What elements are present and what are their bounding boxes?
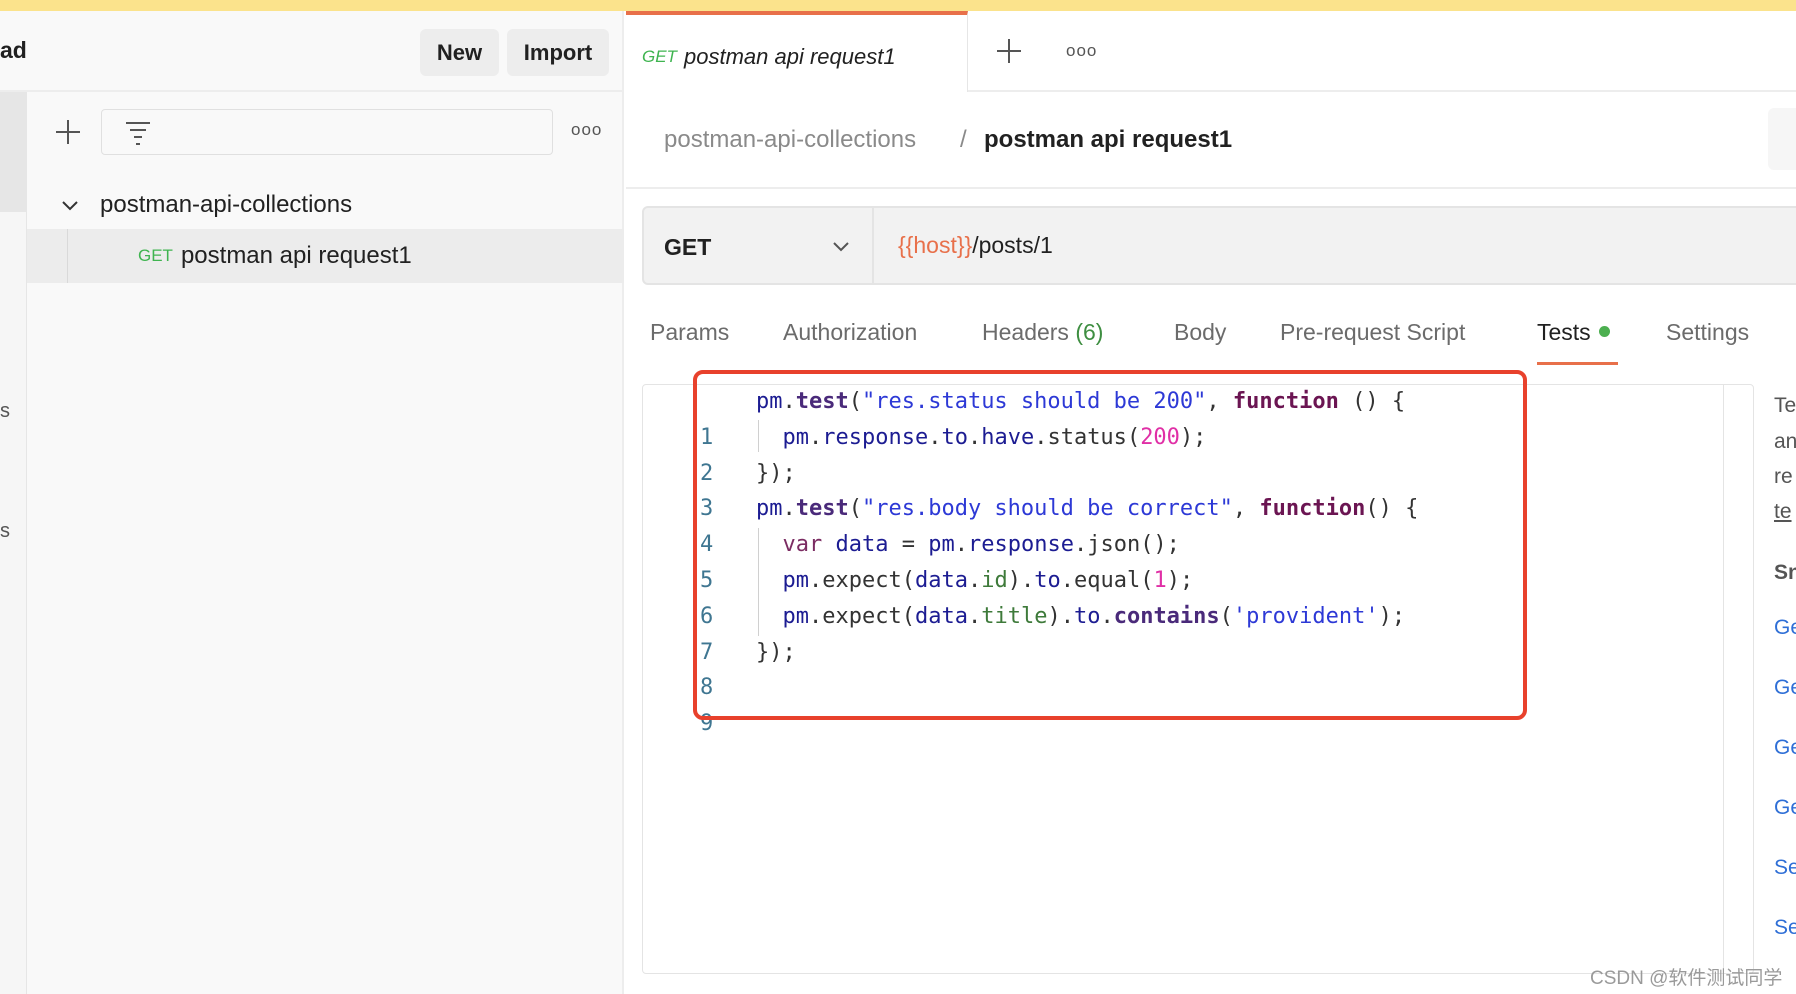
url-variable: {{host}} [898, 232, 973, 258]
breadcrumb: postman-api-collections / postman api re… [626, 92, 1796, 189]
filter-icon [126, 122, 150, 145]
method-value: GET [664, 234, 712, 260]
snippet-link[interactable]: Ge [1774, 796, 1796, 820]
breadcrumb-collection[interactable]: postman-api-collections [664, 126, 916, 154]
request-item[interactable]: GET postman api request1 [27, 229, 624, 283]
watermark: CSDN @软件测试同学 [1590, 968, 1783, 989]
rail-item-active[interactable] [0, 92, 27, 212]
tests-indicator-dot [1598, 326, 1610, 337]
panel-text: Te [1774, 394, 1796, 417]
snippet-link[interactable]: Ge [1774, 616, 1796, 640]
snippet-link[interactable]: Ge [1774, 736, 1796, 760]
save-button[interactable] [1768, 108, 1796, 170]
tab-tests[interactable]: Tests [1537, 319, 1610, 346]
new-tab-icon[interactable] [996, 38, 1022, 64]
chevron-down-icon[interactable] [60, 195, 80, 215]
tab-settings[interactable]: Settings [1666, 319, 1749, 346]
collection-name: postman-api-collections [100, 191, 353, 218]
tab-options-icon[interactable]: ooo [1066, 41, 1097, 61]
breadcrumb-separator: / [960, 126, 967, 153]
snippet-link[interactable]: Se [1774, 856, 1796, 880]
method-badge: GET [138, 246, 173, 265]
snippet-link[interactable]: Se [1774, 916, 1796, 940]
method-select[interactable]: GET [644, 208, 874, 283]
rail-label[interactable]: s [0, 400, 10, 423]
tab-params[interactable]: Params [650, 319, 729, 346]
panel-text: an [1774, 430, 1796, 453]
editor-scrollbar-divider [1723, 385, 1724, 973]
tab-pre-request-script[interactable]: Pre-request Script [1280, 319, 1465, 346]
import-button[interactable]: Import [507, 29, 609, 76]
breadcrumb-request: postman api request1 [984, 126, 1233, 153]
snippet-link[interactable]: Ge [1774, 676, 1796, 700]
tab-body[interactable]: Body [1174, 319, 1226, 346]
tab-label: Tests [1537, 319, 1591, 345]
panel-text: re [1774, 465, 1793, 488]
url-input[interactable]: {{host}}/posts/1 [898, 232, 1053, 259]
top-banner [0, 0, 1796, 11]
plus-icon[interactable] [54, 118, 82, 146]
request-tab[interactable]: GET postman api request1 [626, 11, 968, 92]
more-options-icon[interactable]: ooo [571, 120, 602, 140]
tab-method: GET [642, 47, 677, 66]
url-path: /posts/1 [972, 232, 1053, 258]
workspace-title: ad [0, 37, 27, 63]
active-tab-underline [1537, 362, 1618, 365]
rail-label[interactable]: s [0, 520, 10, 543]
snippets-heading: Sn [1774, 561, 1796, 584]
tab-authorization[interactable]: Authorization [783, 319, 917, 346]
left-rail [0, 92, 27, 994]
sidebar [0, 11, 624, 994]
chevron-down-icon [833, 242, 849, 252]
highlight-box [693, 370, 1527, 720]
url-bar: GET {{host}}/posts/1 [642, 206, 1796, 285]
learn-more-link[interactable]: te [1774, 500, 1792, 524]
tab-label: Headers [982, 319, 1069, 345]
tab-title: postman api request1 [684, 44, 896, 69]
collection-item[interactable]: postman-api-collections [27, 182, 624, 228]
request-name: postman api request1 [180, 242, 412, 269]
headers-count: (6) [1075, 319, 1104, 345]
new-button[interactable]: New [420, 29, 499, 76]
tab-headers[interactable]: Headers (6) [982, 319, 1103, 346]
sidebar-header: ad New Import [0, 11, 624, 92]
filter-input[interactable] [101, 109, 553, 155]
